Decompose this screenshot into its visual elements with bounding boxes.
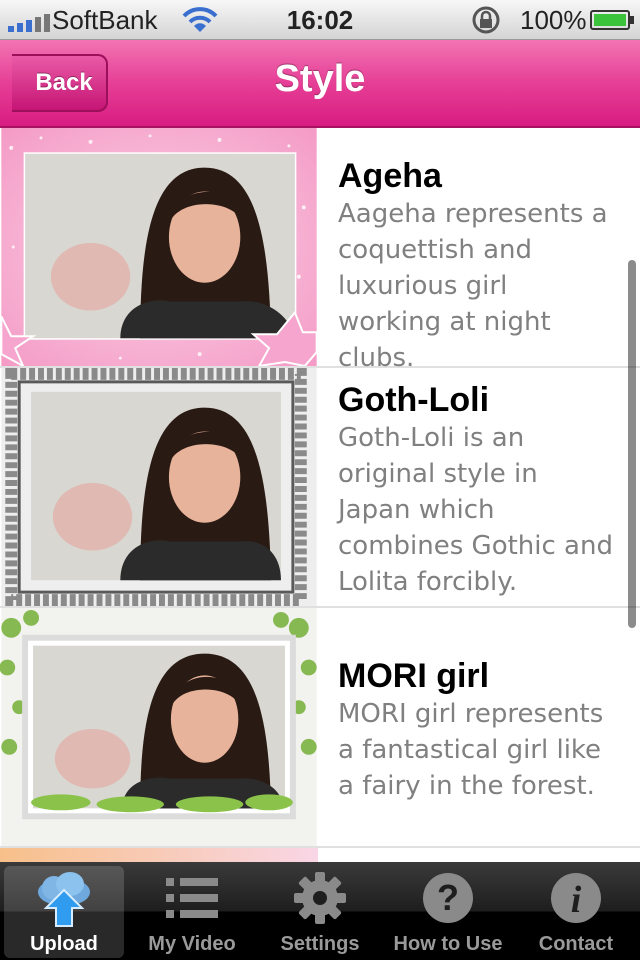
- list-item-goth-loli[interactable]: Goth-Loli Goth-Loli is an original style…: [0, 368, 640, 608]
- scrollbar[interactable]: [628, 260, 636, 628]
- list-icon: [166, 878, 218, 918]
- tab-label: Upload: [30, 933, 98, 955]
- tab-label: My Video: [148, 933, 236, 955]
- ageha-thumbnail: [0, 128, 318, 366]
- svg-text:?: ?: [437, 877, 459, 918]
- partial-thumbnail: [0, 848, 318, 862]
- gear-icon: [294, 872, 346, 924]
- tab-label: How to Use: [393, 933, 503, 955]
- photo-person: [25, 153, 295, 339]
- style-description: Goth-Loli is an original style in Japan …: [338, 423, 613, 597]
- style-description: MORI girl represents a fantastical girl …: [338, 699, 604, 801]
- list-item-ageha[interactable]: Ageha Aageha represents a coquettish and…: [0, 128, 640, 373]
- tab-my-video[interactable]: My Video: [128, 862, 256, 960]
- battery-percent: 100%: [520, 5, 587, 35]
- rotation-lock-icon: [472, 6, 500, 34]
- info-icon: i: [551, 873, 601, 923]
- list-item-partial[interactable]: [0, 848, 640, 862]
- goth-loli-thumbnail: [1, 368, 317, 606]
- status-bar: SoftBank 16:02 100%: [0, 0, 640, 40]
- tab-how-to-use[interactable]: ? How to Use: [384, 862, 512, 960]
- svg-text:i: i: [571, 879, 582, 921]
- battery-icon: [590, 10, 634, 30]
- tab-label: Settings: [280, 933, 360, 955]
- tab-contact[interactable]: i Contact: [512, 862, 640, 960]
- navigation-bar: Back Style: [0, 40, 640, 128]
- tab-label: Contact: [538, 933, 614, 955]
- style-title: MORI girl: [338, 657, 490, 695]
- page-title: Style: [274, 58, 366, 100]
- list-item-mori-girl[interactable]: MORI girl MORI girl represents a fantast…: [0, 608, 640, 848]
- cloud-upload-icon: [38, 872, 90, 927]
- tab-upload[interactable]: Upload: [0, 862, 128, 960]
- style-title: Ageha: [338, 157, 442, 195]
- tab-settings[interactable]: Settings: [256, 862, 384, 960]
- question-icon: ?: [423, 873, 473, 923]
- style-description: Aageha represents a coquettish and luxur…: [338, 199, 608, 373]
- style-list[interactable]: Ageha Aageha represents a coquettish and…: [0, 128, 640, 862]
- style-title: Goth-Loli: [338, 381, 490, 419]
- mori-girl-thumbnail: [0, 608, 317, 846]
- tab-bar: Upload My Video Settings ? How to Use i …: [0, 862, 640, 960]
